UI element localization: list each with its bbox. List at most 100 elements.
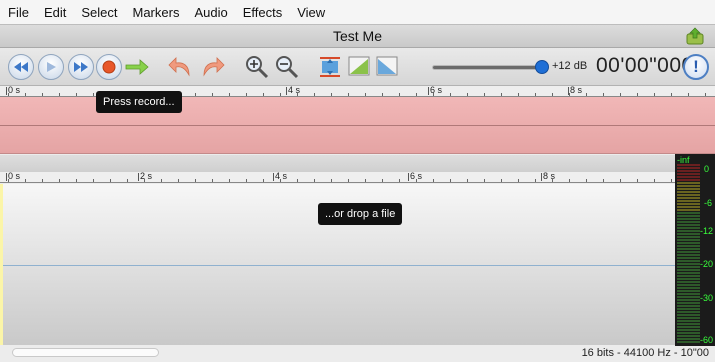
ruler-minor-tick [25, 93, 26, 96]
ruler-minor-tick [467, 179, 468, 182]
rewind-icon [14, 62, 28, 72]
ruler-minor-tick [688, 93, 689, 96]
record-tooltip: Press record... [96, 91, 182, 113]
meter-label-30: -30 [700, 293, 714, 303]
rewind-button[interactable] [8, 54, 34, 80]
meter-segment [677, 284, 700, 286]
meter-segment [677, 242, 700, 244]
ruler-minor-tick [42, 93, 43, 96]
meter-segment [677, 191, 700, 193]
zoom-in-button[interactable] [244, 54, 270, 85]
fast-forward-button[interactable] [68, 54, 94, 80]
gain-label: +12 dB [552, 60, 588, 72]
play-icon [47, 62, 56, 72]
ramp-down-button[interactable] [376, 56, 398, 81]
ruler-tick-label: 0 s [5, 171, 21, 181]
menu-audio[interactable]: Audio [194, 5, 242, 20]
ruler-minor-tick [348, 179, 349, 182]
meter-segment [677, 302, 700, 304]
ruler-minor-tick [59, 93, 60, 96]
zoom-out-button[interactable] [274, 54, 300, 85]
ruler-minor-tick [229, 93, 230, 96]
ruler-minor-tick [161, 179, 162, 182]
level-meter: -inf 0 -6 -12 -20 -30 -60 [675, 154, 715, 346]
menu-markers[interactable]: Markers [133, 5, 195, 20]
ruler-minor-tick [42, 179, 43, 182]
ruler-minor-tick [297, 93, 298, 96]
meter-segment [677, 278, 700, 280]
ruler-minor-tick [280, 93, 281, 96]
ruler-tick-label: 0 s [5, 85, 21, 95]
meter-label-0: 0 [704, 164, 710, 174]
ruler-tick-label: 8 s [567, 85, 583, 95]
meter-segment [677, 272, 700, 274]
ruler-minor-tick [297, 179, 298, 182]
ruler-minor-tick [433, 93, 434, 96]
forward-arrow-button[interactable] [124, 58, 150, 81]
level-meter-bars [677, 164, 700, 344]
ruler-minor-tick [569, 93, 570, 96]
gain-slider-fill [433, 66, 541, 69]
ruler-minor-tick [603, 179, 604, 182]
ruler-minor-tick [229, 179, 230, 182]
menu-edit[interactable]: Edit [44, 5, 81, 20]
meter-segment [677, 236, 700, 238]
ruler-minor-tick [535, 179, 536, 182]
meter-segment [677, 308, 700, 310]
ruler-minor-tick [552, 93, 553, 96]
ruler-minor-tick [331, 93, 332, 96]
redo-button[interactable] [198, 55, 226, 84]
gain-slider[interactable] [432, 65, 542, 70]
ramp-up-button[interactable] [348, 56, 370, 81]
ruler-minor-tick [450, 179, 451, 182]
menu-effects[interactable]: Effects [243, 5, 298, 20]
meter-segment [677, 314, 700, 316]
ruler-minor-tick [8, 93, 9, 96]
menu-file[interactable]: File [8, 5, 44, 20]
fit-icon [320, 57, 340, 77]
ruler-minor-tick [314, 93, 315, 96]
ruler-minor-tick [484, 93, 485, 96]
ruler-minor-tick [501, 93, 502, 96]
meter-segment [677, 209, 700, 211]
meter-label-6: -6 [704, 198, 713, 208]
menu-select[interactable]: Select [81, 5, 132, 20]
status-text: 16 bits - 44100 Hz - 10"00 [581, 347, 709, 359]
ruler-minor-tick [399, 93, 400, 96]
meter-segment [677, 224, 700, 226]
meter-segment [677, 221, 700, 223]
horizontal-scrollbar[interactable] [12, 348, 159, 357]
ruler-minor-tick [654, 93, 655, 96]
meter-segment [677, 173, 700, 175]
meter-segment [677, 260, 700, 262]
ruler-minor-tick [671, 179, 672, 182]
menu-view[interactable]: View [297, 5, 340, 20]
meter-label-12: -12 [700, 226, 714, 236]
meter-segment [677, 179, 700, 181]
undo-button[interactable] [167, 55, 195, 84]
ruler-minor-tick [484, 179, 485, 182]
ruler-tick-label: 8 s [540, 171, 556, 181]
ruler-minor-tick [246, 93, 247, 96]
ruler-minor-tick [654, 179, 655, 182]
meter-segment [677, 317, 700, 319]
play-button[interactable] [38, 54, 64, 80]
bottom-timeline-ruler[interactable]: 0 s 2 s 4 s 6 s 8 s [0, 171, 675, 183]
meter-segment [677, 182, 700, 184]
meter-segment [677, 185, 700, 187]
gain-slider-knob[interactable] [535, 60, 549, 74]
meter-segment [677, 233, 700, 235]
help-button[interactable]: ! [683, 54, 709, 80]
ruler-minor-tick [586, 93, 587, 96]
export-icon[interactable] [685, 26, 705, 46]
ruler-minor-tick [467, 93, 468, 96]
ruler-minor-tick [365, 179, 366, 182]
ruler-minor-tick [535, 93, 536, 96]
ruler-minor-tick [195, 179, 196, 182]
fit-button[interactable] [318, 54, 342, 85]
ruler-minor-tick [212, 179, 213, 182]
meter-segment [677, 188, 700, 190]
record-button[interactable] [96, 54, 122, 80]
meter-segment [677, 170, 700, 172]
ramp-down-icon [376, 56, 398, 76]
